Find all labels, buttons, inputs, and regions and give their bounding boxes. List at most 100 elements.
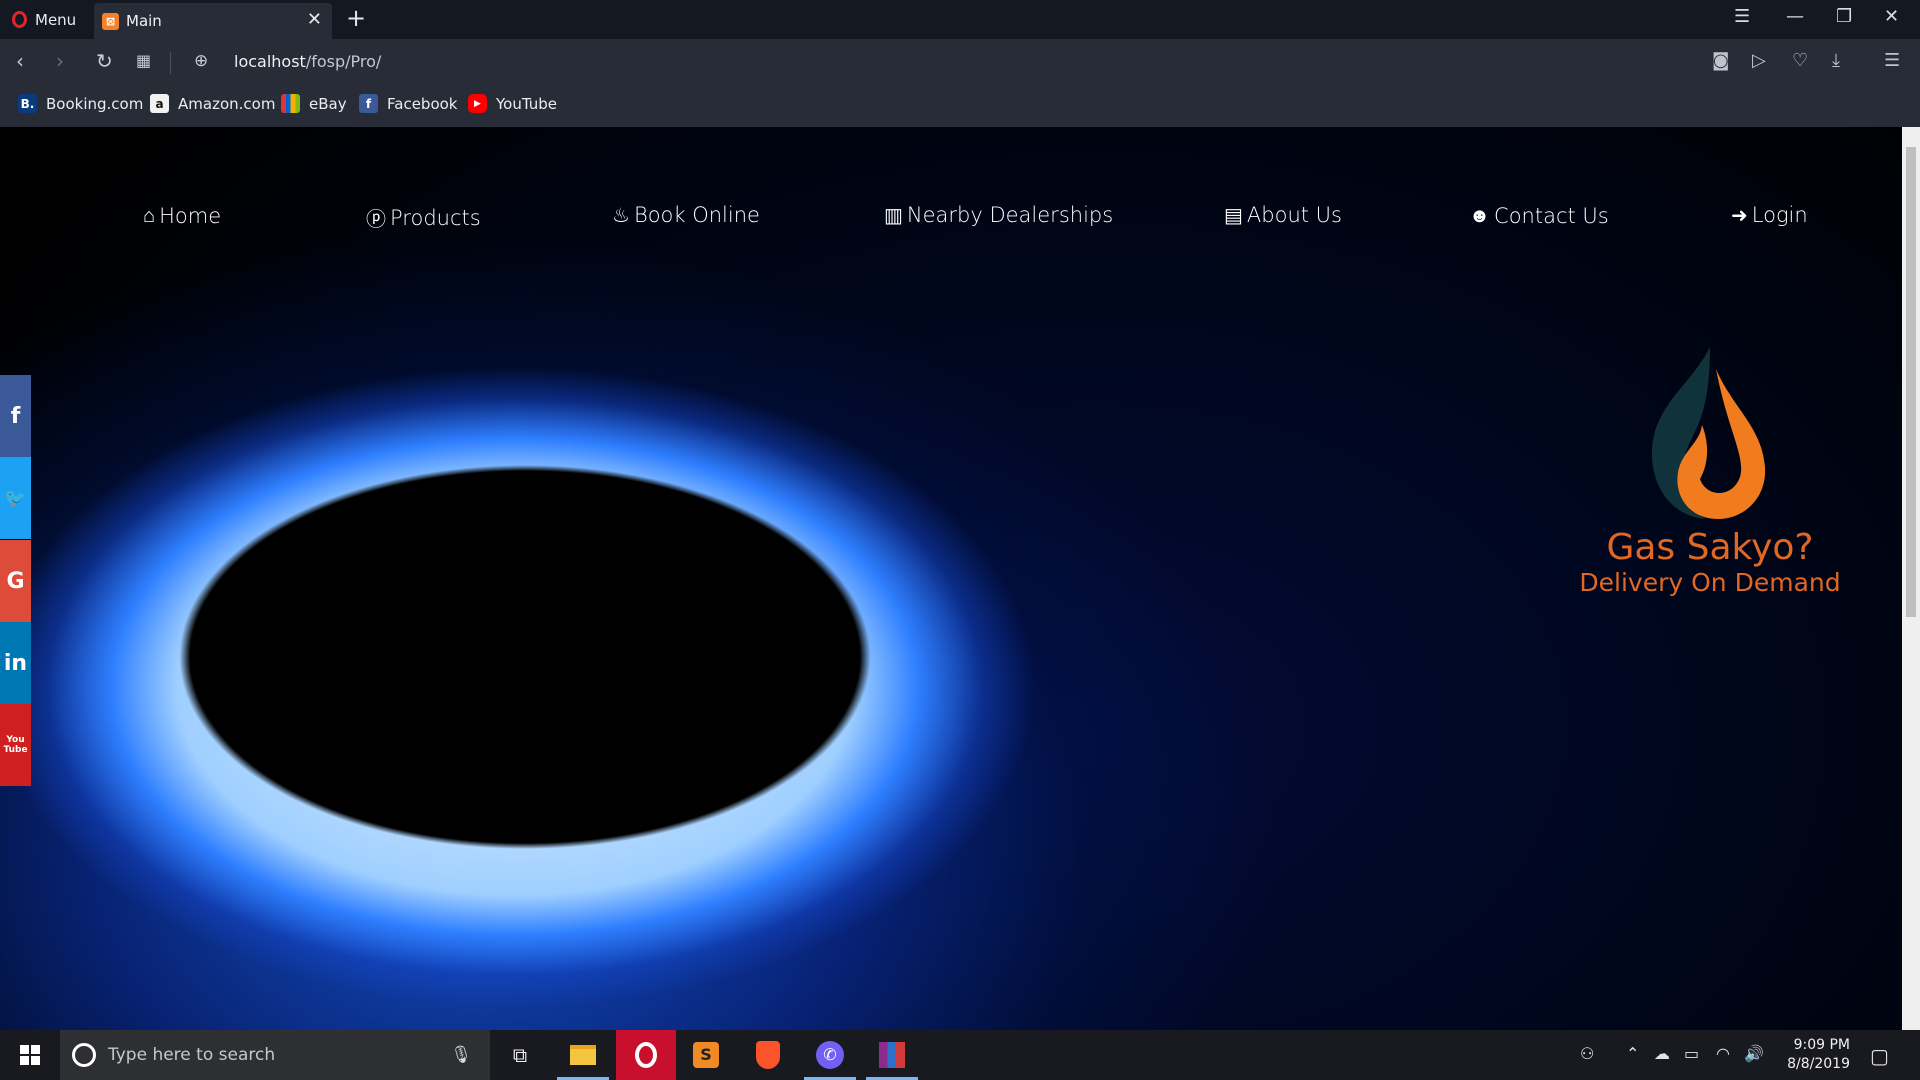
reload-icon[interactable]: ↻ (96, 51, 113, 71)
task-view-icon[interactable]: ⧉ (494, 1030, 546, 1080)
page-scrollbar[interactable] (1902, 127, 1920, 1030)
nav-label: Products (390, 205, 481, 230)
tab-main[interactable]: ⊠ Main ✕ (94, 3, 332, 39)
opera-taskbar-icon[interactable] (616, 1030, 676, 1080)
taskbar-search-box[interactable]: Type here to search 🎙 (60, 1030, 490, 1080)
easy-setup-icon[interactable]: ☰ (1884, 51, 1900, 71)
youtube-play-icon: ▶ (468, 94, 487, 113)
social-youtube-icon[interactable]: You Tube (0, 704, 31, 786)
amazon-icon: a (150, 94, 169, 113)
cortana-icon (72, 1043, 96, 1067)
tab-title: Main (126, 12, 162, 30)
show-hidden-icons-icon[interactable]: ⌃ (1626, 1044, 1639, 1063)
menu-label: Menu (35, 10, 77, 29)
nav-label: Contact Us (1494, 203, 1609, 228)
bookmark-facebook[interactable]: f Facebook (359, 94, 457, 113)
site-logo: Gas Sakyo? Delivery On Demand (1540, 347, 1880, 607)
people-icon[interactable]: ⚇ (1580, 1044, 1594, 1063)
back-icon[interactable]: ‹ (16, 51, 24, 71)
divider (170, 52, 171, 74)
social-twitter-icon[interactable]: 🐦 (0, 457, 31, 539)
nav-login[interactable]: ➜ Login (1731, 203, 1808, 227)
folder-shape (570, 1045, 596, 1065)
scrollbar-thumb[interactable] (1906, 147, 1916, 617)
sublime-text-icon[interactable]: S (680, 1030, 732, 1080)
viber-phone-shape: ✆ (816, 1041, 844, 1069)
home-icon: ⌂ (143, 203, 156, 227)
building-icon: ▥ (884, 203, 903, 227)
windows-logo-icon (20, 1045, 40, 1065)
wifi-icon[interactable]: ◠ (1716, 1044, 1730, 1063)
opera-logo-icon (12, 11, 27, 28)
windows-taskbar: Type here to search 🎙 ⧉ S ✆ ⚇ ⌃ ☁ ▭ ◠ 🔊 … (0, 1030, 1920, 1080)
brave-browser-icon[interactable] (742, 1030, 794, 1080)
snapshot-icon[interactable]: ◙ (1712, 51, 1729, 71)
new-tab-icon[interactable]: + (346, 6, 366, 30)
nav-home[interactable]: ⌂ Home (143, 203, 221, 228)
nav-label: Home (159, 203, 222, 228)
winrar-books-shape (879, 1042, 905, 1068)
speed-dial-icon[interactable]: ▦ (136, 51, 151, 71)
bookmarks-bar: B. Booking.com a Amazon.com eBay f Faceb… (0, 85, 1920, 127)
flame-logo-icon (1651, 347, 1766, 519)
heart-icon[interactable]: ♡ (1792, 51, 1808, 71)
sublime-s-shape: S (693, 1042, 719, 1068)
nav-book-online[interactable]: ♨ Book Online (612, 203, 760, 227)
bookmark-amazon[interactable]: a Amazon.com (150, 94, 275, 113)
nav-label: Login (1751, 203, 1808, 227)
restore-icon[interactable]: ❐ (1836, 8, 1852, 26)
bookmark-label: Amazon.com (178, 94, 276, 113)
nav-contact-us[interactable]: ☻ Contact Us (1469, 203, 1609, 228)
bookmark-label: eBay (309, 94, 347, 113)
site-nav: ⌂ Home ⓟ Products ♨ Book Online ▥ Nearby… (0, 203, 1902, 253)
logo-subtitle: Delivery On Demand (1579, 568, 1841, 597)
bookmark-label: Booking.com (46, 94, 144, 113)
viber-icon[interactable]: ✆ (804, 1030, 856, 1080)
bookmark-label: Facebook (387, 94, 458, 113)
download-icon[interactable]: ⤓ (1832, 51, 1840, 71)
send-icon[interactable]: ▷ (1752, 51, 1766, 71)
forward-icon[interactable]: › (56, 51, 64, 71)
bookmark-youtube[interactable]: ▶ YouTube (468, 94, 557, 113)
start-button[interactable] (0, 1030, 60, 1080)
nav-about-us[interactable]: ▤ About Us (1224, 203, 1342, 227)
bookmark-booking[interactable]: B. Booking.com (18, 94, 143, 113)
opera-o-shape (635, 1042, 657, 1068)
tab-close-icon[interactable]: ✕ (307, 11, 322, 29)
facebook-icon: f (359, 94, 378, 113)
web-page: ⌂ Home ⓟ Products ♨ Book Online ▥ Nearby… (0, 127, 1902, 1030)
clock-date: 8/8/2019 (1787, 1056, 1850, 1072)
product-icon: ⓟ (366, 207, 386, 231)
taskbar-clock[interactable]: 9:09 PM 8/8/2019 (1760, 1036, 1850, 1074)
bookmark-label: YouTube (496, 94, 557, 113)
url-field[interactable]: localhost/fosp/Pro/ (234, 52, 381, 71)
microphone-icon[interactable]: 🎙 (450, 1045, 472, 1065)
clock-time: 9:09 PM (1793, 1037, 1850, 1053)
notifications-icon[interactable]: ▢ (1870, 1044, 1889, 1068)
close-window-icon[interactable]: ✕ (1884, 8, 1899, 26)
logo-title: Gas Sakyo? (1606, 527, 1814, 568)
nav-nearby-dealerships[interactable]: ▥ Nearby Dealerships (884, 203, 1113, 227)
tab-bar: Menu ⊠ Main ✕ + ☰ — ❐ ✕ (0, 0, 1920, 39)
file-explorer-icon[interactable] (557, 1030, 609, 1080)
battery-icon[interactable]: ▭ (1684, 1044, 1699, 1063)
nav-products[interactable]: ⓟ Products (366, 203, 481, 232)
social-google-icon[interactable]: G (0, 540, 31, 622)
social-facebook-icon[interactable]: f (0, 375, 31, 457)
minimize-icon[interactable]: — (1786, 8, 1804, 26)
opera-menu-button[interactable]: Menu (0, 0, 92, 39)
onedrive-icon[interactable]: ☁ (1654, 1044, 1670, 1063)
address-bar: ‹ › ↻ ▦ ⊕ localhost/fosp/Pro/ ◙ ▷ ♡ ⤓ ☰ (0, 39, 1920, 85)
search-placeholder: Type here to search (108, 1045, 276, 1065)
social-linkedin-icon[interactable]: in (0, 622, 31, 704)
user-icon: ☻ (1469, 203, 1491, 227)
ebay-bag-icon (281, 94, 300, 113)
url-host: localhost (234, 52, 306, 71)
bookmark-ebay[interactable]: eBay (281, 94, 347, 113)
booking-icon: B. (18, 94, 37, 113)
url-path: /fosp/Pro/ (305, 52, 382, 71)
brave-lion-shape (756, 1041, 780, 1069)
sign-in-icon: ➜ (1731, 203, 1748, 227)
winrar-icon[interactable] (866, 1030, 918, 1080)
tab-menu-icon[interactable]: ☰ (1734, 8, 1750, 26)
